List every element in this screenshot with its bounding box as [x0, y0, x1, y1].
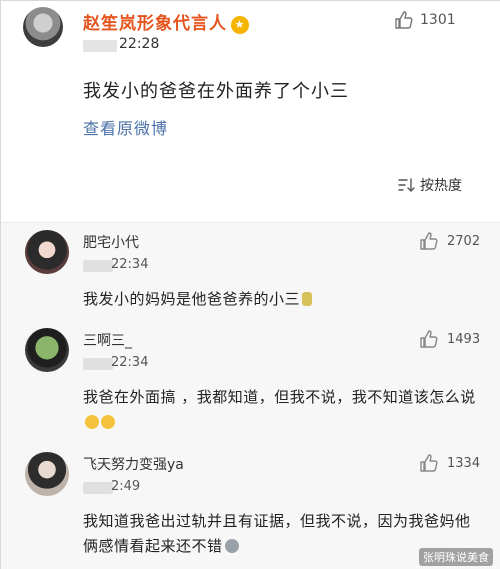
vip-badge-icon: ★	[231, 16, 249, 34]
time-blur	[83, 40, 117, 52]
comment-like-button[interactable]: 2702	[419, 231, 480, 251]
comment-like-count: 2702	[447, 233, 481, 249]
emoji-icon	[85, 415, 99, 429]
post-like-count: 1301	[420, 12, 456, 28]
sort-label: 按热度	[420, 178, 462, 194]
comment-avatar[interactable]	[25, 328, 69, 372]
thumbs-up-icon	[395, 11, 413, 29]
watermark: 张明珠说美食	[419, 548, 493, 566]
thumbs-up-icon	[420, 330, 438, 348]
time-blur	[83, 260, 113, 272]
sort-icon	[398, 178, 415, 192]
comment-like-count: 1334	[447, 455, 481, 471]
comment-time: 22:34	[111, 355, 149, 370]
comment-text-body: 我发小的妈妈是他爸爸养的小三	[83, 290, 301, 308]
comment-avatar[interactable]	[25, 452, 69, 496]
comment-text-body: 我爸在外面搞 ，我都知道，但我不说，我不知道该怎么说	[83, 388, 476, 406]
comment-text-body: 我知道我爸出过轨并且有证据，但我不说，因为我爸妈他俩感情看起来还不错	[83, 512, 471, 555]
comment-text: 我发小的妈妈是他爸爸养的小三	[83, 287, 483, 312]
post-content: 我发小的爸爸在外面养了个小三	[83, 81, 349, 102]
view-original-link[interactable]: 查看原微博	[83, 115, 168, 139]
comment-like-button[interactable]: 1334	[419, 453, 480, 473]
comment-list: 肥宅小代 22:34 我发小的妈妈是他爸爸养的小三 2702 三啊三_ 22:3…	[1, 223, 500, 569]
comment-text: 我爸在外面搞 ，我都知道，但我不说，我不知道该怎么说	[83, 385, 483, 435]
comment-author[interactable]: 三啊三_	[83, 330, 132, 350]
comment-time: 2:49	[111, 479, 141, 494]
emoji-icon	[224, 539, 239, 553]
thumbs-up-icon	[420, 232, 438, 250]
comment-like-count: 1493	[447, 331, 481, 347]
comment-author[interactable]: 肥宅小代	[83, 232, 139, 252]
emoji-icon	[101, 415, 115, 429]
sort-by-hot-button[interactable]: 按热度	[398, 175, 462, 195]
weibo-screenshot: 赵笙岚形象代言人 ★ 22:28 我发小的爸爸在外面养了个小三 查看原微博 130…	[0, 0, 500, 569]
time-blur	[83, 482, 113, 494]
post-like-button[interactable]: 1301	[394, 9, 456, 31]
author-avatar[interactable]	[23, 7, 63, 47]
comment-author[interactable]: 飞天努力变强ya	[83, 454, 184, 474]
emoji-icon	[302, 292, 313, 306]
comment-avatar[interactable]	[25, 230, 69, 274]
author-name-text[interactable]: 赵笙岚形象代言人	[83, 14, 227, 34]
time-blur	[83, 358, 113, 370]
thumbs-up-icon	[420, 454, 438, 472]
comment-like-button[interactable]: 1493	[419, 329, 480, 349]
comment-time: 22:34	[111, 257, 149, 272]
main-post: 赵笙岚形象代言人 ★ 22:28 我发小的爸爸在外面养了个小三 查看原微博 130…	[1, 1, 500, 222]
post-time: 22:28	[119, 36, 160, 52]
author-name[interactable]: 赵笙岚形象代言人 ★	[83, 9, 249, 34]
